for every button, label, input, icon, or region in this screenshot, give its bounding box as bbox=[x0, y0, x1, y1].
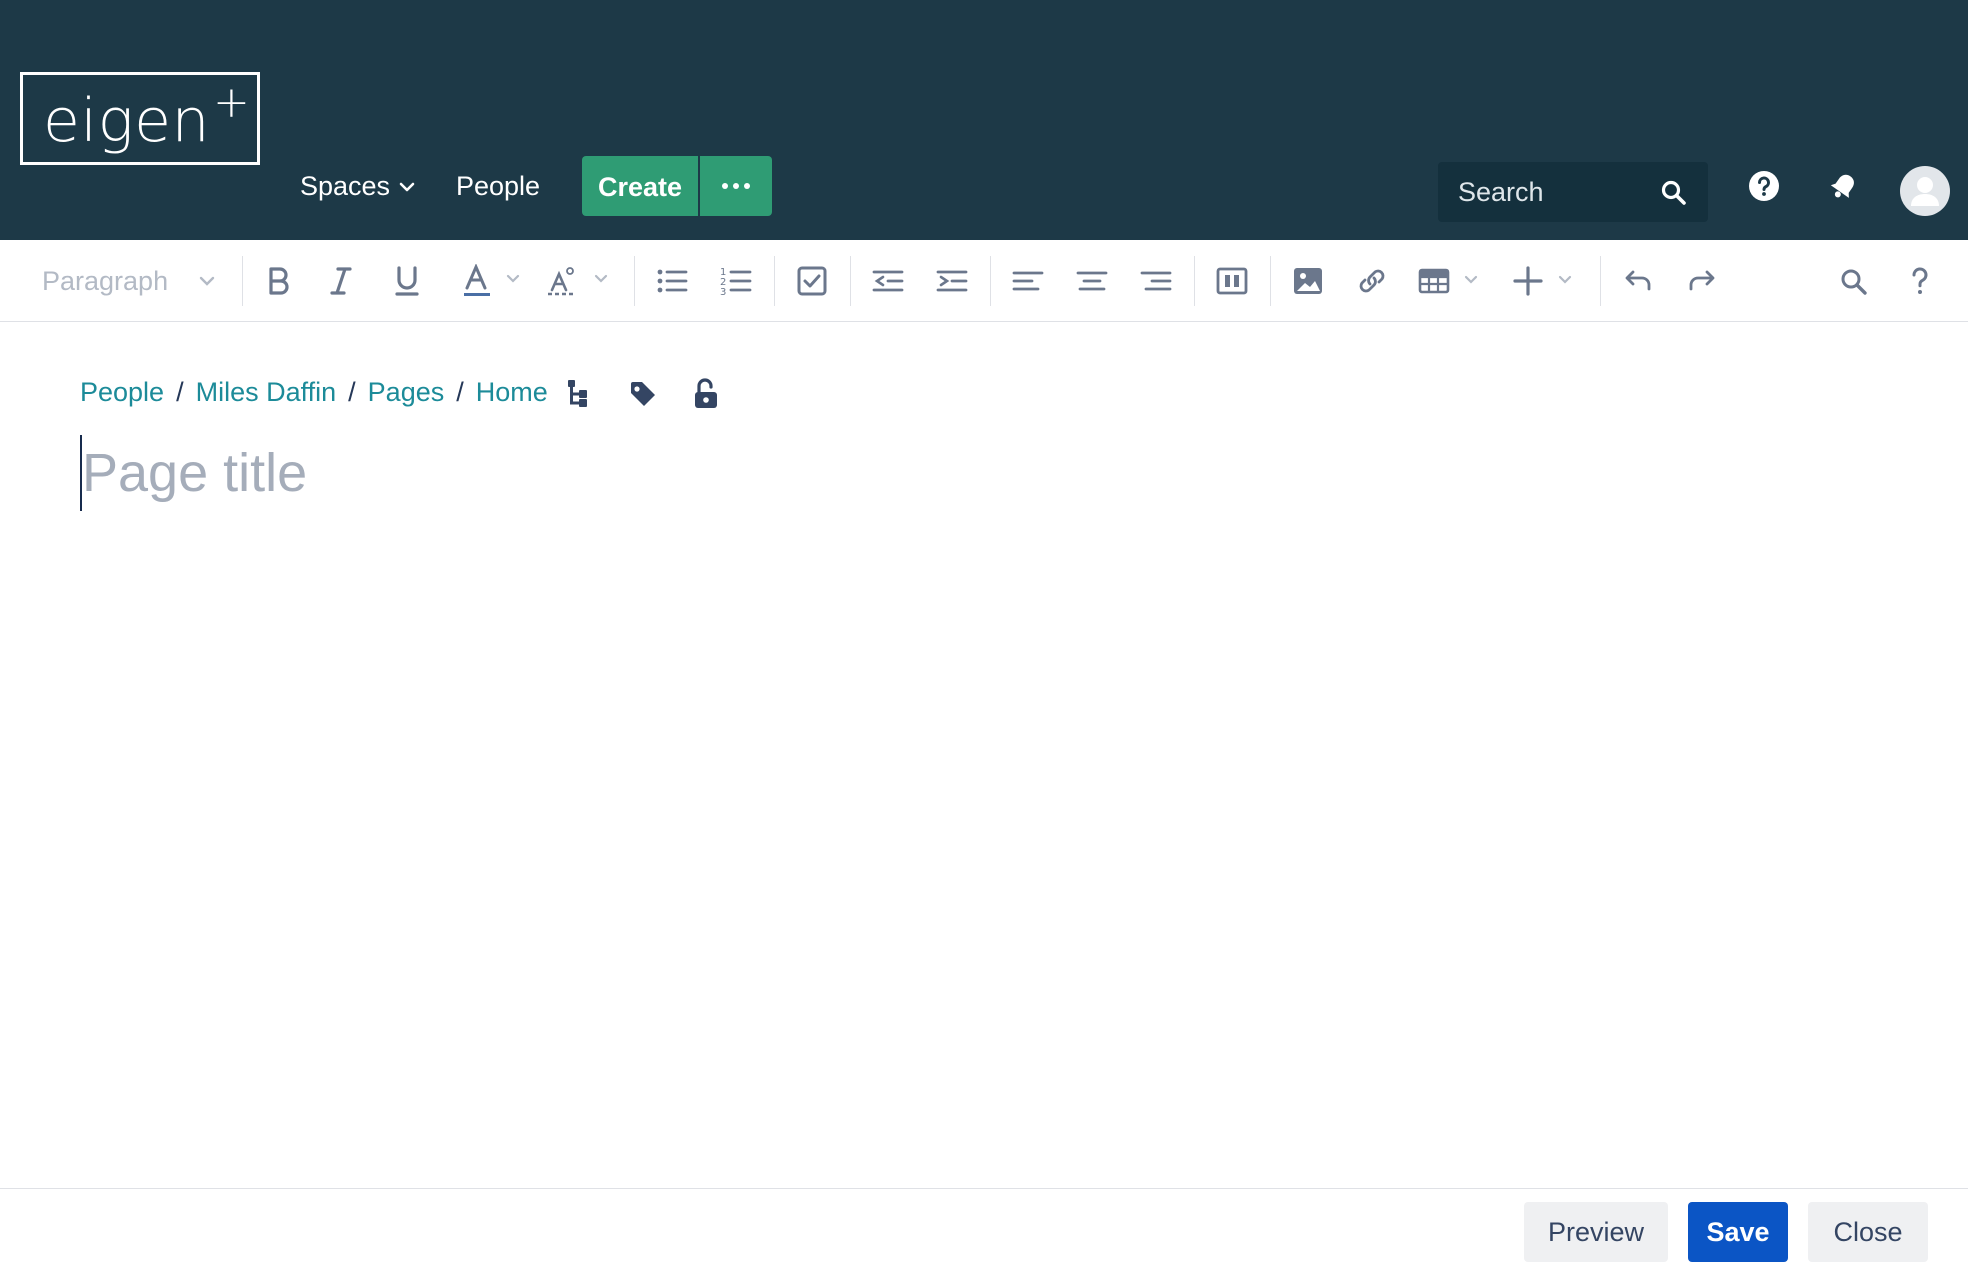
breadcrumb-pages[interactable]: Pages bbox=[368, 377, 445, 407]
notification-bell-icon[interactable] bbox=[1826, 170, 1860, 204]
label-tag-icon[interactable] bbox=[628, 378, 658, 410]
search-icon[interactable] bbox=[1660, 179, 1688, 207]
table-icon[interactable] bbox=[1418, 264, 1488, 298]
text-color-icon[interactable] bbox=[462, 264, 522, 298]
indent-icon[interactable] bbox=[936, 264, 968, 298]
dot-icon bbox=[733, 183, 739, 189]
italic-icon[interactable] bbox=[326, 264, 356, 298]
help-icon[interactable] bbox=[1906, 264, 1934, 298]
create-button[interactable]: Create bbox=[582, 156, 698, 216]
editor-toolbar: Paragraph 1 2 3 bbox=[0, 240, 1968, 322]
task-list-icon[interactable] bbox=[796, 264, 828, 298]
align-center-icon[interactable] bbox=[1076, 264, 1108, 298]
toolbar-divider bbox=[1600, 256, 1601, 306]
people-link[interactable]: People bbox=[456, 166, 540, 206]
redo-icon[interactable] bbox=[1686, 264, 1718, 298]
spaces-menu[interactable]: Spaces bbox=[300, 166, 415, 206]
close-button[interactable]: Close bbox=[1808, 1202, 1928, 1262]
svg-text:3: 3 bbox=[720, 287, 726, 298]
breadcrumb: People / Miles Daffin / Pages / Home bbox=[80, 372, 548, 412]
breadcrumb-miles-daffin[interactable]: Miles Daffin bbox=[196, 377, 337, 407]
toolbar-divider bbox=[1270, 256, 1271, 306]
outdent-icon[interactable] bbox=[872, 264, 904, 298]
bullet-list-icon[interactable] bbox=[656, 264, 688, 298]
breadcrumb-separator: / bbox=[176, 377, 184, 407]
chevron-down-icon bbox=[399, 182, 415, 192]
dot-icon bbox=[744, 183, 750, 189]
dot-icon bbox=[722, 183, 728, 189]
toolbar-divider bbox=[634, 256, 635, 306]
page-title-input[interactable] bbox=[80, 435, 1280, 511]
align-left-icon[interactable] bbox=[1012, 264, 1044, 298]
breadcrumb-people[interactable]: People bbox=[80, 377, 164, 407]
breadcrumb-home[interactable]: Home bbox=[476, 377, 548, 407]
top-navigation: eigen + Spaces People Create bbox=[0, 0, 1968, 240]
eigen-logo[interactable]: eigen + bbox=[20, 72, 260, 165]
paragraph-style-select[interactable]: Paragraph bbox=[42, 264, 168, 298]
help-icon[interactable] bbox=[1748, 170, 1780, 202]
link-icon[interactable] bbox=[1356, 264, 1388, 298]
text-style-icon[interactable] bbox=[548, 264, 610, 298]
toolbar-divider bbox=[1194, 256, 1195, 306]
toolbar-divider bbox=[774, 256, 775, 306]
find-replace-icon[interactable] bbox=[1838, 264, 1870, 298]
editor-footer: Preview Save Close bbox=[0, 1188, 1968, 1272]
toolbar-divider bbox=[242, 256, 243, 306]
page-tree-icon[interactable] bbox=[566, 378, 590, 410]
bold-icon[interactable] bbox=[264, 264, 294, 298]
undo-icon[interactable] bbox=[1622, 264, 1654, 298]
search-input[interactable] bbox=[1438, 162, 1648, 222]
search-box[interactable] bbox=[1438, 162, 1708, 222]
breadcrumb-separator: / bbox=[456, 377, 464, 407]
toolbar-divider bbox=[990, 256, 991, 306]
create-more-button[interactable] bbox=[700, 156, 772, 216]
page-layout-icon[interactable] bbox=[1216, 264, 1248, 298]
unlock-icon[interactable] bbox=[692, 378, 720, 410]
spaces-label: Spaces bbox=[300, 171, 391, 201]
chevron-down-icon[interactable] bbox=[198, 274, 216, 288]
user-avatar[interactable] bbox=[1900, 166, 1950, 216]
preview-button[interactable]: Preview bbox=[1524, 1202, 1668, 1262]
numbered-list-icon[interactable]: 1 2 3 bbox=[720, 264, 752, 298]
underline-icon[interactable] bbox=[392, 264, 422, 298]
insert-icon[interactable] bbox=[1512, 264, 1582, 298]
save-button[interactable]: Save bbox=[1688, 1202, 1788, 1262]
align-right-icon[interactable] bbox=[1140, 264, 1172, 298]
breadcrumb-separator: / bbox=[348, 377, 356, 407]
logo-mark: + bbox=[213, 77, 251, 128]
user-icon bbox=[1911, 177, 1939, 206]
logo-text: eigen bbox=[43, 86, 211, 156]
image-icon[interactable] bbox=[1292, 264, 1324, 298]
toolbar-divider bbox=[850, 256, 851, 306]
